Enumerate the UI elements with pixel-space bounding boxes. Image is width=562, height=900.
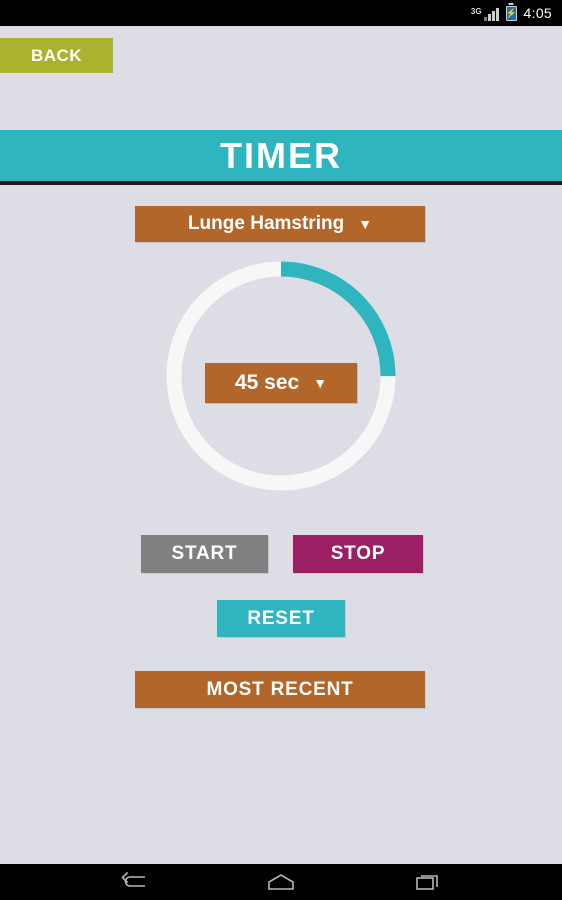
battery-charging-icon: ⚡ bbox=[505, 5, 517, 21]
start-button[interactable]: START bbox=[141, 535, 268, 573]
exercise-dropdown-label: Lunge Hamstring bbox=[187, 213, 345, 234]
page-title: TIMER bbox=[220, 134, 342, 176]
nav-recents-icon[interactable] bbox=[404, 867, 452, 897]
network-type-label: 3G bbox=[470, 6, 482, 16]
battery-bolt-glyph: ⚡ bbox=[505, 7, 517, 18]
android-status-bar: 3G ⚡ 4:05 bbox=[0, 0, 562, 26]
chevron-down-icon: ▼ bbox=[313, 375, 328, 391]
nav-back-icon[interactable] bbox=[110, 867, 158, 897]
reset-button[interactable]: RESET bbox=[217, 600, 345, 637]
nav-home-icon[interactable] bbox=[257, 867, 305, 897]
exercise-dropdown[interactable]: Lunge Hamstring ▼ bbox=[135, 206, 425, 242]
signal-strength-bars bbox=[483, 7, 499, 21]
screen-title-bar: TIMER bbox=[0, 130, 562, 185]
signal-bars-icon: 3G bbox=[471, 6, 499, 21]
status-bar-clock: 4:05 bbox=[523, 5, 552, 21]
app-screen: BACK TIMER Lunge Hamstring ▼ 45 sec ▼ ST… bbox=[0, 26, 562, 864]
back-button[interactable]: BACK bbox=[0, 38, 113, 73]
duration-dropdown[interactable]: 45 sec ▼ bbox=[205, 363, 357, 403]
chevron-down-icon: ▼ bbox=[358, 216, 373, 232]
most-recent-button[interactable]: MOST RECENT bbox=[135, 671, 425, 708]
duration-dropdown-label: 45 sec bbox=[234, 371, 300, 394]
android-navigation-bar bbox=[0, 864, 562, 900]
stop-button[interactable]: STOP bbox=[293, 535, 423, 573]
